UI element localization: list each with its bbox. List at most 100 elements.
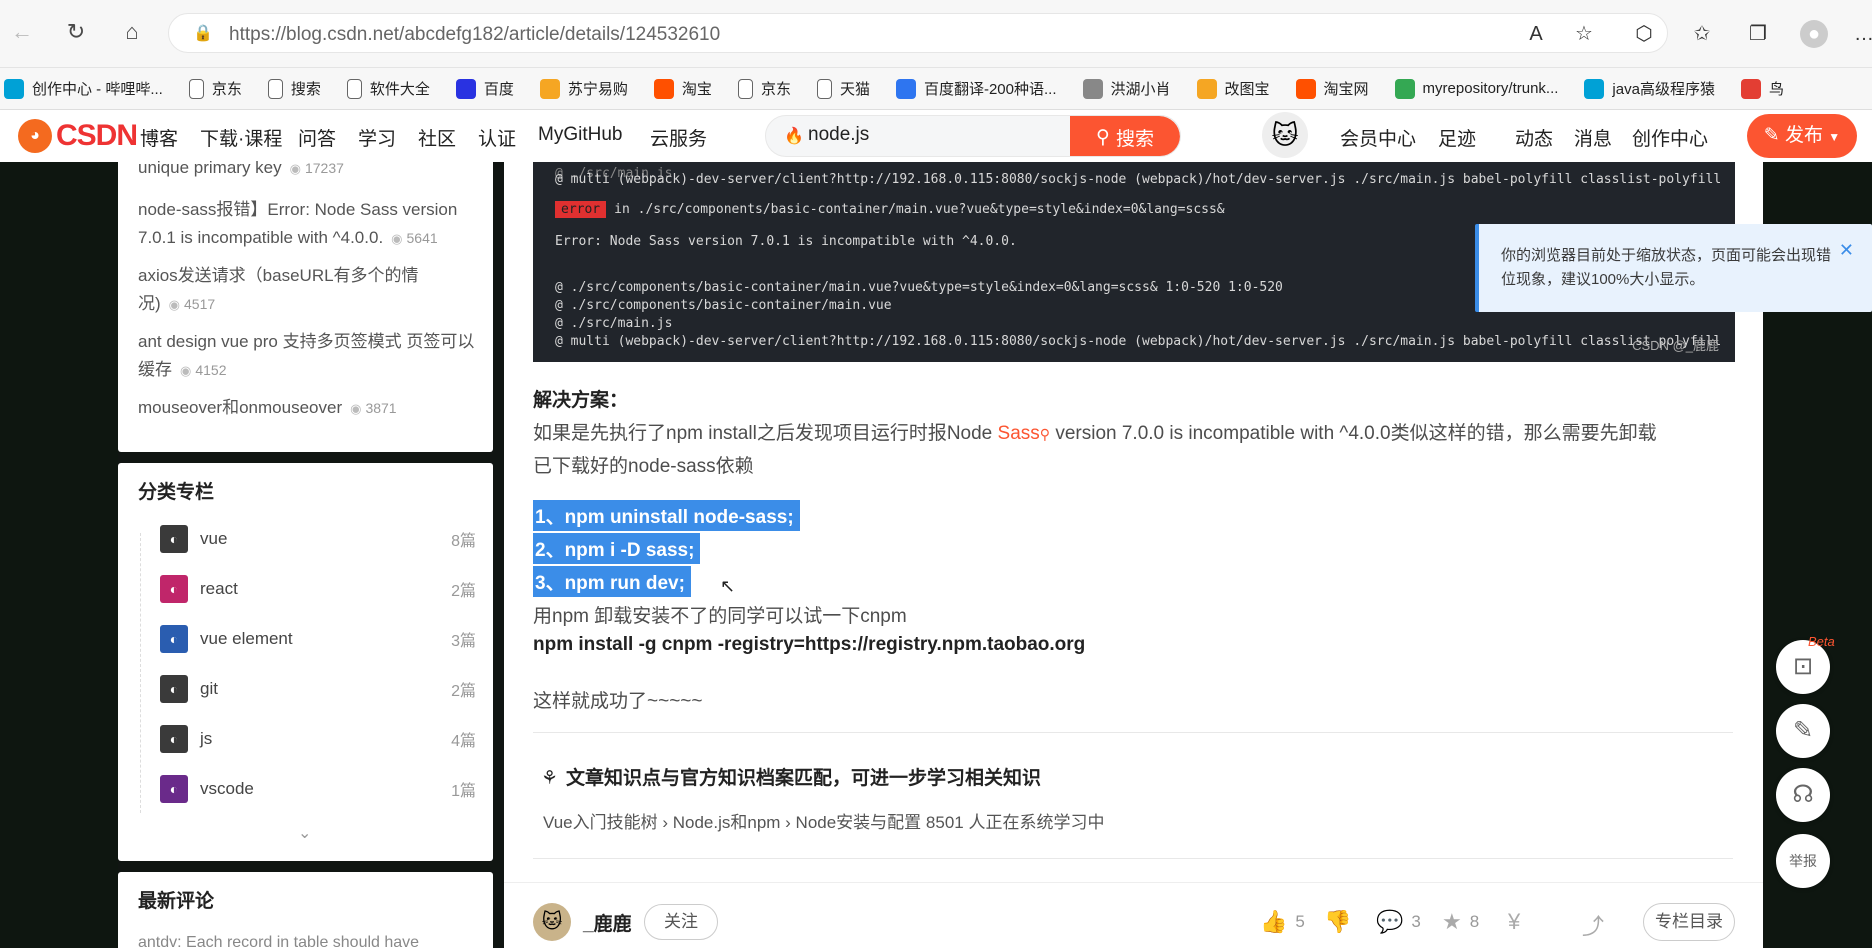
- favorites-icon[interactable]: ✩: [1688, 20, 1716, 48]
- error-tag: error: [555, 201, 607, 218]
- publish-button[interactable]: ✎ 发布 ▼: [1747, 114, 1857, 158]
- bookmark-item[interactable]: 苏宁易购: [539, 78, 628, 99]
- bookmark-item[interactable]: 鸟: [1740, 78, 1784, 99]
- bookmark-item[interactable]: 天猫: [816, 78, 870, 99]
- search-input[interactable]: [808, 124, 1108, 146]
- header-right-item[interactable]: 创作中心: [1632, 124, 1708, 151]
- expand-more-icon[interactable]: ⌄: [298, 823, 311, 843]
- like-button[interactable]: 👍 5: [1260, 909, 1305, 935]
- read-aloud-icon[interactable]: A: [1522, 20, 1550, 48]
- reward-button[interactable]: ¥: [1508, 909, 1520, 935]
- nav-item[interactable]: 学习: [358, 124, 396, 151]
- hot-article-title: unique primary key: [138, 158, 282, 177]
- column-item[interactable]: ◐ vue 8篇: [160, 519, 476, 559]
- code-line: @ multi (webpack)-dev-server/client?http…: [555, 172, 1722, 187]
- bookmark-item[interactable]: 洪湖小肖: [1082, 78, 1171, 99]
- thumbs-up-icon: 👍: [1260, 909, 1288, 934]
- bookmark-item[interactable]: 京东: [188, 78, 242, 99]
- hot-article-item[interactable]: axios发送请求（baseURL有多个的情况) ◉ 4517: [138, 262, 478, 319]
- comment-preview[interactable]: antdv: Each record in table should have: [138, 934, 419, 948]
- csdn-logo[interactable]: ◕ CSDN: [18, 116, 138, 156]
- column-count: 4篇: [451, 733, 476, 750]
- bookmark-label: 淘宝: [681, 81, 712, 98]
- chrome-icon: [1394, 78, 1415, 99]
- column-item[interactable]: ◐ git 2篇: [160, 669, 476, 709]
- bookmark-item[interactable]: 软件大全: [346, 78, 430, 99]
- bookmark-item[interactable]: 百度翻译-200种语...: [895, 78, 1057, 99]
- bookmark-item[interactable]: 创作中心 - 哔哩哔...: [4, 78, 163, 99]
- extensions-icon[interactable]: ⬡: [1630, 20, 1658, 48]
- nav-item[interactable]: MyGitHub: [538, 124, 622, 146]
- hot-article-item[interactable]: unique primary key ◉ 17237: [138, 154, 478, 183]
- collections-icon[interactable]: ❐: [1744, 20, 1772, 48]
- author-avatar[interactable]: 🐱: [533, 903, 571, 941]
- header-right-item[interactable]: 足迹: [1438, 124, 1476, 151]
- selected-step-2[interactable]: 2、npm i -D sass;: [533, 533, 701, 564]
- nav-item[interactable]: 问答: [298, 124, 336, 151]
- header-right-item[interactable]: 会员中心: [1340, 124, 1416, 151]
- refresh-icon[interactable]: ↻: [62, 18, 90, 46]
- customer-service-button[interactable]: ☊: [1776, 768, 1830, 822]
- column-toc-button[interactable]: 专栏目录: [1643, 903, 1735, 941]
- hot-article-item[interactable]: ant design vue pro 支持多页签模式 页签可以缓存 ◉ 4152: [138, 328, 478, 385]
- column-item[interactable]: ◐ vscode 1篇: [160, 769, 476, 809]
- hot-article-item[interactable]: node-sass报错】Error: Node Sass version 7.0…: [138, 196, 478, 253]
- more-icon[interactable]: …: [1850, 20, 1872, 48]
- bookmark-item[interactable]: 淘宝: [653, 78, 712, 99]
- report-button[interactable]: 举报: [1776, 834, 1830, 888]
- search-button[interactable]: ⚲ 搜索: [1070, 116, 1180, 156]
- columns-card: 分类专栏 ◐ vue 8篇 ◐ react 2篇 ◐ vue element 3篇 ◐ git 2篇 ◐…: [118, 463, 493, 861]
- back-icon[interactable]: ←: [8, 18, 36, 46]
- favorite-button[interactable]: ★ 8: [1442, 909, 1479, 935]
- edit-button[interactable]: ✎: [1776, 704, 1830, 758]
- column-count: 2篇: [451, 583, 476, 600]
- share-button[interactable]: ⤴: [1582, 909, 1604, 941]
- author-name[interactable]: _鹿鹿: [583, 909, 632, 936]
- bookmark-item[interactable]: 百度: [455, 78, 514, 99]
- selected-step-3[interactable]: 3、npm run dev;: [533, 566, 691, 597]
- paragraph-text: version 7.0.0 is incompatible with ^4.0.…: [1055, 423, 1657, 444]
- search-box: 🔥 ⚲ 搜索: [765, 115, 1181, 157]
- bookmark-item[interactable]: java高级程序猿: [1584, 78, 1715, 99]
- url-text[interactable]: https://blog.csdn.net/abcdefg182/article…: [229, 24, 720, 46]
- sass-link[interactable]: Sass⚲: [998, 423, 1051, 444]
- bookmark-item[interactable]: 京东: [737, 78, 791, 99]
- profile-icon[interactable]: ●: [1800, 20, 1828, 48]
- nav-item[interactable]: 下载·课程: [200, 124, 282, 151]
- column-item[interactable]: ◐ js 4篇: [160, 719, 476, 759]
- knowledge-path[interactable]: Vue入门技能树 › Node.js和npm › Node安装与配置 8501 …: [543, 808, 1104, 833]
- address-bar[interactable]: 🔒 https://blog.csdn.net/abcdefg182/artic…: [168, 13, 1668, 53]
- toast-text: 你的浏览器目前处于缩放状态，页面可能会出现错位现象，建议100%大小显示。: [1501, 247, 1832, 288]
- chevron-down-icon: ▼: [1828, 130, 1841, 144]
- divider: [533, 858, 1733, 859]
- page-icon: [737, 78, 753, 99]
- page-icon: [188, 78, 204, 99]
- header-right-item[interactable]: 消息: [1574, 124, 1612, 151]
- bookmark-item[interactable]: 改图宝: [1196, 78, 1270, 99]
- divider: [533, 732, 1733, 733]
- selected-step-1[interactable]: 1、npm uninstall node-sass;: [533, 500, 800, 531]
- bookmark-item[interactable]: myrepository/trunk...: [1394, 78, 1558, 99]
- dislike-button[interactable]: 👎: [1324, 909, 1351, 935]
- nav-item[interactable]: 博客: [140, 124, 178, 151]
- header-right-item[interactable]: 动态: [1515, 124, 1553, 151]
- baidu-icon: [455, 78, 476, 99]
- home-icon[interactable]: ⌂: [118, 18, 146, 46]
- nav-item[interactable]: 认证: [478, 124, 516, 151]
- header-avatar[interactable]: 🐱: [1262, 112, 1308, 158]
- bookmark-item[interactable]: 搜索: [267, 78, 321, 99]
- follow-button[interactable]: 关注: [644, 904, 718, 940]
- bookmark-item[interactable]: 淘宝网: [1295, 78, 1369, 99]
- favorite-add-icon[interactable]: ☆: [1570, 20, 1598, 48]
- favorite-count: 8: [1469, 912, 1480, 931]
- nav-item[interactable]: 云服务: [650, 124, 707, 151]
- code-line: @ ./src/components/basic-container/main.…: [555, 298, 892, 313]
- column-item[interactable]: ◐ react 2篇: [160, 569, 476, 609]
- close-icon[interactable]: ✕: [1839, 240, 1854, 261]
- hot-article-item[interactable]: mouseover和onmouseover ◉ 3871: [138, 394, 478, 423]
- step-line: 1、npm uninstall node-sass;: [533, 500, 800, 531]
- nav-item[interactable]: 社区: [418, 124, 456, 151]
- comment-button[interactable]: 💬 3: [1376, 909, 1421, 935]
- column-item[interactable]: ◐ vue element 3篇: [160, 619, 476, 659]
- knowledge-title: ⚘ 文章知识点与官方知识档案匹配，可进一步学习相关知识: [541, 763, 1041, 790]
